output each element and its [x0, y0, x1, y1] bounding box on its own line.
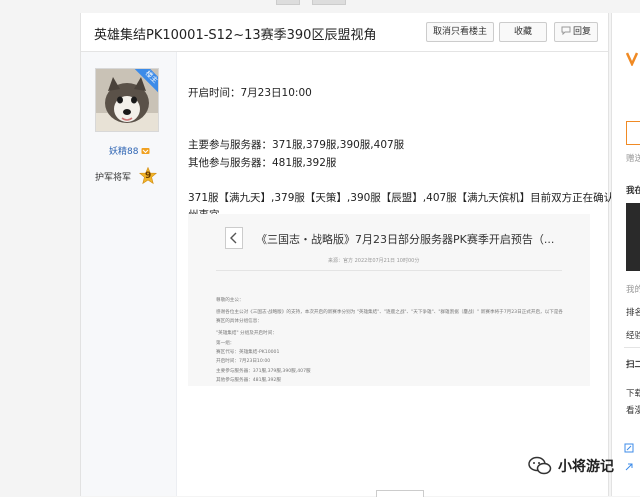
sidebar-text: 排名 — [626, 308, 640, 318]
top-tab-stub — [276, 0, 300, 5]
reply-button[interactable]: 回复 — [554, 22, 598, 42]
main-servers-text: 主要参与服务器：371服,379服,390服,407服 — [188, 139, 405, 151]
post-header: 英雄集结PK10001-S12~13赛季390区辰盟视角 取消只看楼主 收藏 回… — [81, 13, 608, 52]
notice-line: "英雄集结" 分组及开启时间： — [216, 331, 277, 336]
sidebar-text: 看漫 — [626, 406, 640, 416]
notice-line: 第一组： — [216, 341, 235, 346]
sidebar-divider — [624, 347, 640, 348]
vip-icon — [141, 148, 150, 154]
alliance-text-line1: 371服【满九天】,379服【天策】,390服【辰盟】,407服【满九天傧机】目… — [188, 192, 625, 204]
favorite-button[interactable]: 收藏 — [499, 22, 547, 42]
user-rank: 护军将军 9 — [95, 167, 157, 185]
sidebar-text: 赠送 — [626, 154, 640, 164]
reply-label: 回复 — [572, 27, 591, 37]
comment-icon — [561, 26, 571, 36]
top-tab-stub — [312, 0, 346, 5]
chevron-left-icon — [230, 232, 237, 244]
notice-meta: 来源：官方 2022年07月21日 10时00分 — [328, 258, 420, 264]
level-number: 9 — [145, 171, 152, 181]
sidebar-button[interactable] — [626, 121, 640, 145]
sidebar-text: 经验 — [626, 331, 640, 341]
sidebar-text: 下载 — [626, 389, 640, 399]
avatar[interactable]: 楼主 — [95, 68, 159, 132]
notice-line: 尊敬的主公： — [216, 298, 244, 303]
sidebar-heading: 我在 — [626, 186, 640, 196]
share-icon[interactable] — [624, 462, 634, 472]
open-time-text: 开启时间：7月23日10:00 — [188, 87, 312, 99]
notice-line: 主要参与服务器：371服,379服,390服,407服 — [216, 369, 311, 374]
author-panel: 楼主 妖精88 护军将军 9 — [81, 52, 177, 496]
other-servers-text: 其他参与服务器：481服,392服 — [188, 157, 337, 169]
username: 妖精88 — [109, 147, 139, 157]
edit-icon[interactable] — [624, 443, 634, 453]
notice-title: 《三国志・战略版》7月23日部分服务器PK赛季开启预告（... — [256, 233, 555, 246]
rank-title: 护军将军 — [95, 173, 132, 183]
brand-logo-icon — [626, 52, 638, 66]
sidebar-text: 我的 — [626, 285, 640, 295]
notice-line: 其他参与服务器：481服,392服 — [216, 378, 281, 383]
wechat-icon — [528, 456, 552, 475]
sidebar-heading: 扫二 — [626, 360, 640, 370]
notice-line: 感谢各位主公对《三国志·战略版》的支持，本次开启的新赛季分别为 "英雄集结"、"… — [216, 310, 564, 315]
username-link[interactable]: 妖精88 — [109, 144, 150, 157]
watermark-text: 小将游记 — [558, 459, 614, 475]
post-container: 英雄集结PK10001-S12~13赛季390区辰盟视角 取消只看楼主 收藏 回… — [80, 13, 625, 496]
notice-divider — [216, 270, 562, 271]
post-content: 开启时间：7月23日10:00 主要参与服务器：371服,379服,390服,4… — [188, 52, 625, 496]
post-title: 英雄集结PK10001-S12~13赛季390区辰盟视角 — [94, 28, 377, 43]
notice-line: 赛区的具体分组信息： — [216, 319, 262, 324]
sidebar-thumbnail[interactable] — [626, 203, 640, 271]
notice-line: 赛区代号：英雄集结-PK10001 — [216, 350, 280, 355]
right-sidebar: 赠送 我在 我的 排名 经验 扫二 下载 看漫 — [611, 13, 640, 496]
notice-screenshot: 《三国志・战略版》7月23日部分服务器PK赛季开启预告（... 来源：官方 20… — [188, 214, 590, 386]
notice-line: 开启时间：7月23日10:00 — [216, 359, 271, 364]
watermark: 小将游记 — [524, 456, 624, 478]
only-lz-button[interactable]: 取消只看楼主 — [426, 22, 494, 42]
back-button — [225, 227, 243, 249]
